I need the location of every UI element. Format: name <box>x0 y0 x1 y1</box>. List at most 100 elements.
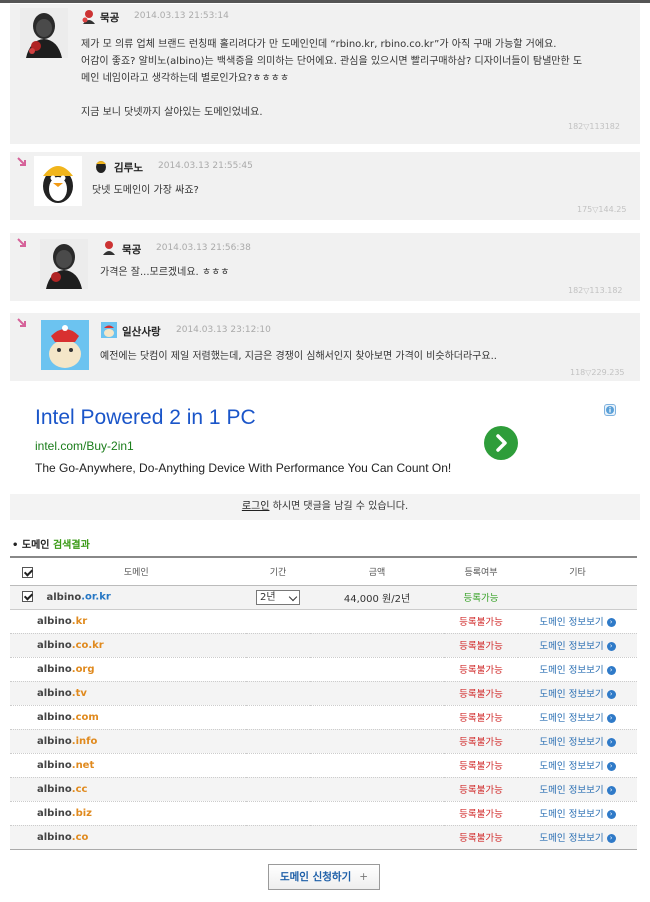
table-row: albino.or.kr 2년 44,000 원/2년 등록가능 <box>10 585 637 610</box>
domain-info-link[interactable]: 도메인 정보보기 › <box>518 753 637 778</box>
period-cell <box>246 729 310 754</box>
domain-info-link[interactable]: 도메인 정보보기 › <box>518 609 637 634</box>
comment-4: 일산사랑 2014.03.13 23:12:10 예전에는 닷컴이 제일 저렴했… <box>10 313 640 381</box>
comment-line <box>81 87 636 104</box>
domain-name: albino <box>37 735 72 747</box>
domain-info-label: 도메인 정보보기 <box>539 713 604 724</box>
vote-count[interactable]: 175▽144.25 <box>577 205 626 214</box>
arrow-right-icon: › <box>606 714 616 723</box>
arrow-right-icon: › <box>606 666 616 675</box>
period-select[interactable]: 2년 <box>256 589 300 605</box>
status-unavailable: 등록불가능 <box>444 825 518 850</box>
vote-count[interactable]: 182▽113.182 <box>568 286 623 295</box>
domain-results-table: 도메인 기간 금액 등록여부 기타 albino.or.kr 2년 44,000… <box>10 556 637 850</box>
table-row: albino.com 등록불가능 도메인 정보보기 › <box>10 705 637 730</box>
comment-text: 예전에는 닷컴이 제일 저렴했는데, 지금은 경쟁이 심해서인지 찾아보면 가격… <box>100 351 497 362</box>
header-etc: 기타 <box>518 556 637 586</box>
arrow-right-icon: › <box>606 738 616 747</box>
comment-author[interactable]: 묵공 <box>100 10 119 25</box>
login-link[interactable]: 로그인 <box>242 501 270 512</box>
domain-info-link[interactable]: 도메인 정보보기 › <box>518 633 637 658</box>
comment-3: 묵공 2014.03.13 21:56:38 가격은 잘...모르겠네요. ㅎㅎ… <box>10 233 640 301</box>
status-unavailable: 등록불가능 <box>444 753 518 778</box>
domain-tld: .co.kr <box>71 639 104 651</box>
period-cell <box>246 609 310 634</box>
domain-name: albino <box>37 687 72 699</box>
ad-info-icon[interactable] <box>604 404 616 416</box>
ad-url[interactable]: intel.com/Buy-2in1 <box>35 439 134 453</box>
domain-tld: .biz <box>71 807 92 819</box>
price-cell <box>310 753 444 778</box>
avatar[interactable] <box>40 239 88 289</box>
section-title-prefix: • 도메인 <box>12 540 53 551</box>
domain-cell: albino.tv <box>10 681 246 706</box>
status-unavailable: 등록불가능 <box>444 657 518 682</box>
price-cell <box>310 777 444 802</box>
top-border <box>0 0 650 3</box>
status-available: 등록가능 <box>444 585 518 610</box>
domain-info-link[interactable]: 도메인 정보보기 › <box>518 705 637 730</box>
domain-cell: albino.cc <box>10 777 246 802</box>
domain-cell: albino.biz <box>10 801 246 826</box>
domain-info-link[interactable]: 도메인 정보보기 › <box>518 729 637 754</box>
table-row: albino.net 등록불가능 도메인 정보보기 › <box>10 753 637 778</box>
avatar[interactable] <box>34 156 82 206</box>
period-cell <box>246 657 310 682</box>
domain-name: albino <box>37 639 72 651</box>
domain-tld: .or.kr <box>81 591 111 603</box>
domain-info-link[interactable]: 도메인 정보보기 › <box>518 801 637 826</box>
period-cell <box>246 633 310 658</box>
status-unavailable: 등록불가능 <box>444 777 518 802</box>
reply-arrow-icon <box>16 237 28 249</box>
table-row: albino.kr 등록불가능 도메인 정보보기 › <box>10 609 637 634</box>
domain-info-link[interactable]: 도메인 정보보기 › <box>518 657 637 682</box>
chevron-down-icon <box>288 592 298 601</box>
price-cell <box>310 633 444 658</box>
comment-text: 가격은 잘...모르겠네요. ㅎㅎㅎ <box>100 267 230 278</box>
comment-date: 2014.03.13 23:12:10 <box>176 325 271 335</box>
domain-info-label: 도메인 정보보기 <box>539 809 604 820</box>
vote-count[interactable]: 118▽229.235 <box>570 368 625 377</box>
avatar[interactable] <box>20 8 68 58</box>
arrow-right-icon: › <box>606 834 616 843</box>
arrow-right-icon: › <box>606 642 616 651</box>
period-cell <box>246 825 310 850</box>
domain-cell: albino.co <box>10 825 246 850</box>
select-all-checkbox[interactable] <box>22 566 33 578</box>
domain-checkbox[interactable] <box>22 591 33 603</box>
apply-domain-button[interactable]: 도메인 신청하기 + <box>268 864 380 890</box>
domain-info-link[interactable]: 도메인 정보보기 › <box>518 681 637 706</box>
ad-title[interactable]: Intel Powered 2 in 1 PC <box>35 406 256 430</box>
price-cell <box>310 609 444 634</box>
domain-name: albino <box>37 831 72 843</box>
comment-author[interactable]: 일산사랑 <box>122 324 161 339</box>
domain-info-link[interactable]: 도메인 정보보기 › <box>518 777 637 802</box>
arrow-right-icon: › <box>606 786 616 795</box>
domain-tld: .co <box>71 831 89 843</box>
vote-count[interactable]: 182▽113182 <box>568 122 620 131</box>
status-unavailable: 등록불가능 <box>444 729 518 754</box>
user-badge-icon <box>101 322 117 338</box>
avatar[interactable] <box>41 320 89 370</box>
arrow-right-icon: › <box>606 810 616 819</box>
comment-date: 2014.03.13 21:53:14 <box>134 11 229 21</box>
header-domain-label: 도메인 <box>123 567 149 578</box>
domain-info-link[interactable]: 도메인 정보보기 › <box>518 825 637 850</box>
user-badge-icon <box>81 9 97 25</box>
ad-go-arrow-icon[interactable] <box>484 426 518 460</box>
ad-banner[interactable]: Intel Powered 2 in 1 PC intel.com/Buy-2i… <box>10 398 640 490</box>
comment-author[interactable]: 묵공 <box>122 242 141 257</box>
comment-2: 김루노 2014.03.13 21:55:45 닷넷 도메인이 가장 싸죠? 1… <box>10 152 640 220</box>
comment-author[interactable]: 김루노 <box>114 160 143 175</box>
header-period: 기간 <box>246 556 310 586</box>
comment-line: 지금 보니 닷넷까지 살아있는 도메인었네요. <box>81 107 263 118</box>
period-cell <box>246 681 310 706</box>
domain-info-label: 도메인 정보보기 <box>539 689 604 700</box>
arrow-right-icon: › <box>606 618 616 627</box>
table-row: albino.biz 등록불가능 도메인 정보보기 › <box>10 801 637 826</box>
login-prompt-text: 하시면 댓글을 남길 수 있습니다. <box>269 501 409 512</box>
status-unavailable: 등록불가능 <box>444 633 518 658</box>
price-cell <box>310 705 444 730</box>
table-row: albino.co 등록불가능 도메인 정보보기 › <box>10 825 637 850</box>
domain-name: albino <box>37 783 72 795</box>
